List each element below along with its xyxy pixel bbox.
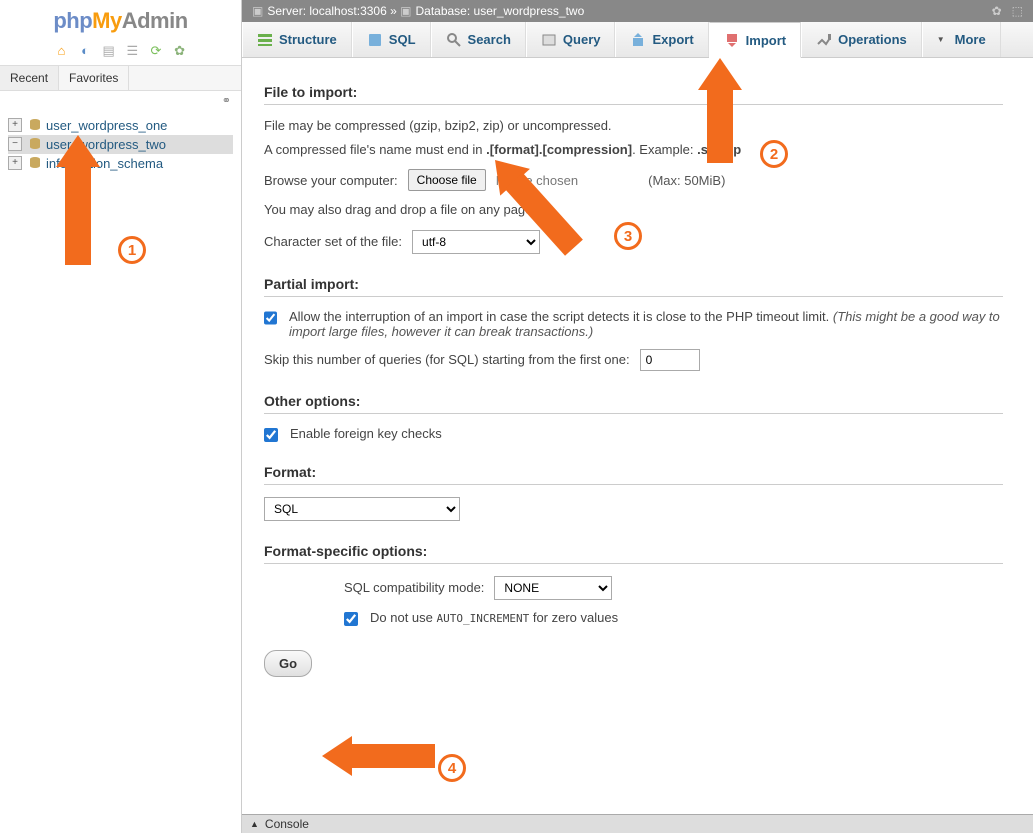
tab-operations[interactable]: Operations [801,22,922,57]
compat-label: SQL compatibility mode: [344,580,484,595]
expand-icon[interactable]: + [8,156,22,170]
tab-sql[interactable]: SQL [352,22,431,57]
tab-structure[interactable]: Structure [242,22,352,57]
logo-part-admin: Admin [122,8,188,33]
structure-icon [257,32,273,48]
expand-icon[interactable]: + [8,118,22,132]
section-format-specific: Format-specific options: [264,543,1003,564]
max-size-text: (Max: 50MiB) [648,173,725,188]
import-icon [724,32,740,48]
main: ▣ Server: localhost:3306 » ▣ Database: u… [242,0,1033,833]
breadcrumb-db-label: Database: [415,4,470,18]
tab-import[interactable]: Import [709,22,801,58]
database-icon: ▣ [400,4,411,18]
no-autoincrement-checkbox[interactable] [344,612,358,626]
skip-label: Skip this number of queries (for SQL) st… [264,352,630,367]
compress-format-note: A compressed file's name must end in .[f… [264,141,1003,159]
console-toggle-icon[interactable]: ▲ [250,819,259,829]
section-file-to-import: File to import: [264,84,1003,105]
link-icon[interactable]: ⚭ [0,91,241,110]
logo-part-php: php [53,8,92,33]
content: File to import: File may be compressed (… [242,58,1033,833]
sidebar: phpMyAdmin ⌂ ◐ ▤ ☰ ⟳ ✿ Recent Favorites … [0,0,242,833]
charset-label: Character set of the file: [264,234,402,249]
db-item-information-schema[interactable]: + information_schema [8,154,233,173]
db-label: user_wordpress_two [46,137,166,152]
compress-note: File may be compressed (gzip, bzip2, zip… [264,117,1003,135]
logo-part-my: My [92,8,122,33]
fk-checks-checkbox[interactable] [264,428,278,442]
settings-icon[interactable]: ☰ [124,43,140,59]
sql-icon [367,32,383,48]
db-label: information_schema [46,156,163,171]
tab-recent[interactable]: Recent [0,66,59,90]
console-label: Console [265,817,309,831]
sidebar-icon-row: ⌂ ◐ ▤ ☰ ⟳ ✿ [0,38,241,65]
gear-icon[interactable]: ✿ [172,43,188,59]
allow-interrupt-text: Allow the interruption of an import in c… [289,309,1003,339]
server-icon: ▣ [252,4,263,18]
breadcrumb-sep: » [390,4,397,18]
db-item-user-wordpress-one[interactable]: + user_wordpress_one [8,116,233,135]
database-icon [28,118,42,132]
breadcrumb-server-label: Server: [267,4,306,18]
export-icon [630,32,646,48]
database-icon [28,156,42,170]
tab-export[interactable]: Export [615,22,708,57]
breadcrumb-db-link[interactable]: user_wordpress_two [474,4,585,18]
section-other-options: Other options: [264,393,1003,414]
browse-label: Browse your computer: [264,173,398,188]
console-bar[interactable]: ▲ Console [242,814,1033,833]
breadcrumb-server-link[interactable]: localhost:3306 [309,4,386,18]
home-icon[interactable]: ⌂ [53,43,69,59]
database-icon [28,137,42,151]
tab-favorites[interactable]: Favorites [59,66,129,90]
go-button[interactable]: Go [264,650,312,677]
allow-interrupt-checkbox[interactable] [264,311,277,325]
compat-select[interactable]: NONE [494,576,612,600]
search-icon [446,32,462,48]
logout-icon[interactable]: ◐ [77,43,93,59]
format-select[interactable]: SQL [264,497,460,521]
breadcrumb: ▣ Server: localhost:3306 » ▣ Database: u… [242,0,1033,22]
charset-select[interactable]: utf-8 [412,230,540,254]
page-settings-icon[interactable]: ✿ ⬚ [992,4,1023,18]
tab-search[interactable]: Search [431,22,526,57]
collapse-icon[interactable]: − [8,137,22,151]
sidebar-tabs: Recent Favorites [0,65,241,91]
top-tabs: Structure SQL Search Query Export Import… [242,22,1033,58]
no-file-text: No file chosen [496,173,578,188]
db-item-user-wordpress-two[interactable]: − user_wordpress_two [8,135,233,154]
section-format: Format: [264,464,1003,485]
fk-checks-label: Enable foreign key checks [290,426,442,441]
section-partial-import: Partial import: [264,276,1003,297]
skip-queries-input[interactable] [640,349,700,371]
no-autoincrement-label: Do not use auto_increment for zero value… [370,610,618,625]
db-label: user_wordpress_one [46,118,167,133]
db-tree: + user_wordpress_one − user_wordpress_tw… [0,110,241,179]
tab-query[interactable]: Query [526,22,616,57]
reload-icon[interactable]: ⟳ [148,43,164,59]
query-icon [541,32,557,48]
choose-file-button[interactable]: Choose file [408,169,486,191]
operations-icon [816,32,832,48]
dragdrop-note: You may also drag and drop a file on any… [264,201,1003,219]
tab-more[interactable]: More [922,22,1001,57]
logo[interactable]: phpMyAdmin [0,0,241,38]
docs-icon[interactable]: ▤ [101,43,117,59]
